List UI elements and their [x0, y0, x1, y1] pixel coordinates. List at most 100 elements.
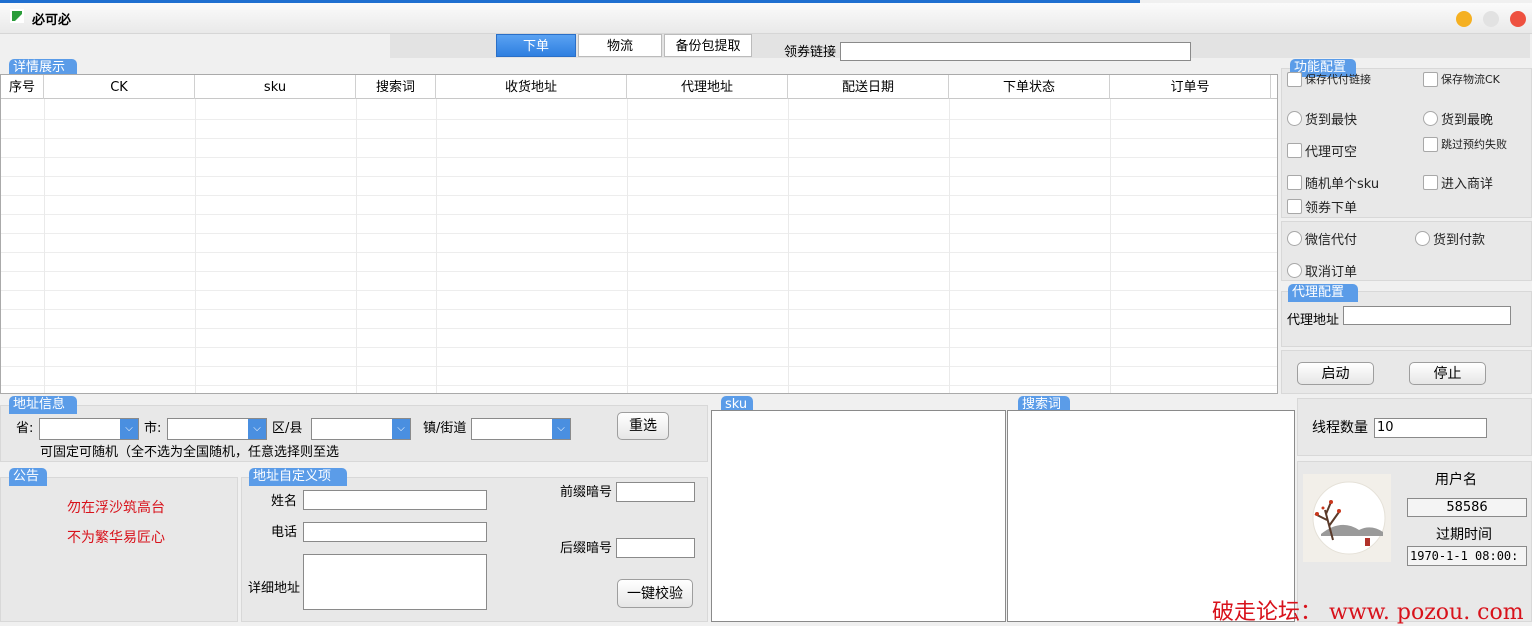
- grid-row-line: [1, 233, 1277, 234]
- district-label: 区/县: [272, 421, 303, 436]
- province-select[interactable]: ⌵: [39, 418, 139, 440]
- grid-row-line: [1, 119, 1277, 120]
- chevron-down-icon: ⌵: [552, 419, 570, 439]
- close-button[interactable]: [1510, 11, 1526, 27]
- grid-row-line: [1, 347, 1277, 348]
- grid-column-line: [627, 99, 628, 393]
- grid-row-line: [1, 385, 1277, 386]
- checkbox[interactable]: [1287, 72, 1302, 87]
- phone-input[interactable]: [303, 522, 487, 542]
- suffix-code-input[interactable]: [616, 538, 695, 558]
- column-header[interactable]: 下单状态: [949, 75, 1110, 99]
- option-latest-delivery[interactable]: 货到最晚: [1423, 109, 1493, 128]
- grid-column-line: [44, 99, 45, 393]
- start-button[interactable]: 启动: [1297, 362, 1374, 385]
- thread-count-label: 线程数量: [1312, 420, 1368, 436]
- column-header[interactable]: 收货地址: [436, 75, 627, 99]
- coupon-link-input[interactable]: [840, 42, 1191, 61]
- option-random-single-sku[interactable]: 随机单个sku: [1287, 173, 1379, 192]
- radio[interactable]: [1287, 111, 1302, 126]
- thread-count-input[interactable]: 10: [1374, 418, 1487, 438]
- checkbox[interactable]: [1287, 175, 1302, 190]
- radio[interactable]: [1423, 111, 1438, 126]
- forum-watermark: 破走论坛： www. pozou. com: [1212, 600, 1524, 625]
- column-header[interactable]: CK: [44, 75, 195, 99]
- search-word-textarea[interactable]: [1007, 410, 1295, 622]
- tab-backup-extract[interactable]: 备份包提取: [664, 34, 752, 57]
- option-coupon-order[interactable]: 领券下单: [1287, 197, 1357, 216]
- grid-row-line: [1, 328, 1277, 329]
- column-header[interactable]: 代理地址: [627, 75, 788, 99]
- expiry-value: 1970-1-1 08:00:: [1407, 546, 1527, 566]
- grid-row-line: [1, 252, 1277, 253]
- option-wechat-pay[interactable]: 微信代付: [1287, 229, 1357, 248]
- grid-column-line: [1110, 99, 1111, 393]
- tab-order[interactable]: 下单: [496, 34, 576, 57]
- street-select[interactable]: ⌵: [471, 418, 571, 440]
- option-enter-product-detail[interactable]: 进入商详: [1423, 173, 1493, 192]
- city-label: 市:: [144, 421, 162, 436]
- name-input[interactable]: [303, 490, 487, 510]
- prefix-code-input[interactable]: [616, 482, 695, 502]
- custom-address-group-label: 地址自定义项: [249, 468, 347, 486]
- detail-address-label: 详细地址: [248, 581, 301, 596]
- radio[interactable]: [1287, 263, 1302, 278]
- checkbox[interactable]: [1423, 175, 1438, 190]
- checkbox[interactable]: [1423, 137, 1438, 152]
- checkbox[interactable]: [1287, 199, 1302, 214]
- grid-row-line: [1, 214, 1277, 215]
- grid-column-line: [788, 99, 789, 393]
- proxy-address-label: 代理地址: [1287, 313, 1340, 328]
- checkbox[interactable]: [1423, 72, 1438, 87]
- grid-row-line: [1, 290, 1277, 291]
- stop-button[interactable]: 停止: [1409, 362, 1486, 385]
- username-label: 用户名: [1435, 472, 1477, 488]
- notice-line: 勿在浮沙筑高台: [67, 500, 165, 516]
- suffix-code-label: 后缀暗号: [560, 541, 613, 556]
- grid-row-line: [1, 195, 1277, 196]
- option-cash-on-delivery[interactable]: 货到付款: [1415, 229, 1485, 248]
- proxy-address-input[interactable]: [1343, 306, 1511, 325]
- radio[interactable]: [1415, 231, 1430, 246]
- maximize-button[interactable]: [1483, 11, 1499, 27]
- column-header[interactable]: 订单号: [1110, 75, 1271, 99]
- one-click-verify-button[interactable]: 一键校验: [617, 579, 693, 608]
- option-save-logistics-ck[interactable]: 保存物流CK: [1423, 72, 1519, 98]
- avatar: [1303, 474, 1391, 562]
- detail-address-textarea[interactable]: [303, 554, 487, 610]
- chevron-down-icon: ⌵: [392, 419, 410, 439]
- app-title: 必可必: [32, 13, 72, 28]
- coupon-link-label: 领券链接: [784, 45, 837, 60]
- reselect-button[interactable]: 重选: [617, 412, 669, 440]
- grid-row-line: [1, 176, 1277, 177]
- option-cancel-order[interactable]: 取消订单: [1287, 261, 1357, 280]
- checkbox[interactable]: [1287, 143, 1302, 158]
- sku-textarea[interactable]: [711, 410, 1006, 622]
- option-fastest-delivery[interactable]: 货到最快: [1287, 109, 1357, 128]
- column-header[interactable]: 配送日期: [788, 75, 949, 99]
- radio[interactable]: [1287, 231, 1302, 246]
- district-select[interactable]: ⌵: [311, 418, 411, 440]
- address-hint: 可固定可随机（全不选为全国随机，任意选择则至选: [40, 445, 340, 460]
- column-header[interactable]: sku: [195, 75, 356, 99]
- city-select[interactable]: ⌵: [167, 418, 267, 440]
- option-proxy-optional[interactable]: 代理可空: [1287, 141, 1357, 160]
- chevron-down-icon: ⌵: [120, 419, 138, 439]
- column-header[interactable]: 序号: [1, 75, 44, 99]
- grid-column-line: [356, 99, 357, 393]
- detail-table[interactable]: 序号 CK sku 搜索词 收货地址 代理地址 配送日期 下单状态 订单号: [0, 74, 1278, 394]
- grid-row-line: [1, 309, 1277, 310]
- table-header: 序号 CK sku 搜索词 收货地址 代理地址 配送日期 下单状态 订单号: [1, 75, 1277, 99]
- minimize-button[interactable]: [1456, 11, 1472, 27]
- tab-logistics[interactable]: 物流: [578, 34, 662, 57]
- chevron-down-icon: ⌵: [248, 419, 266, 439]
- proxy-group-label: 代理配置: [1288, 284, 1358, 302]
- grid-column-line: [949, 99, 950, 393]
- column-header[interactable]: 搜索词: [356, 75, 436, 99]
- notice-line: 不为繁华易匠心: [67, 530, 165, 546]
- option-save-pay-link[interactable]: 保存代付链接: [1287, 72, 1383, 98]
- grid-row-line: [1, 138, 1277, 139]
- option-skip-reservation-fail[interactable]: 跳过预约失败: [1423, 137, 1519, 163]
- username-value: 58586: [1407, 498, 1527, 517]
- name-label: 姓名: [271, 494, 298, 509]
